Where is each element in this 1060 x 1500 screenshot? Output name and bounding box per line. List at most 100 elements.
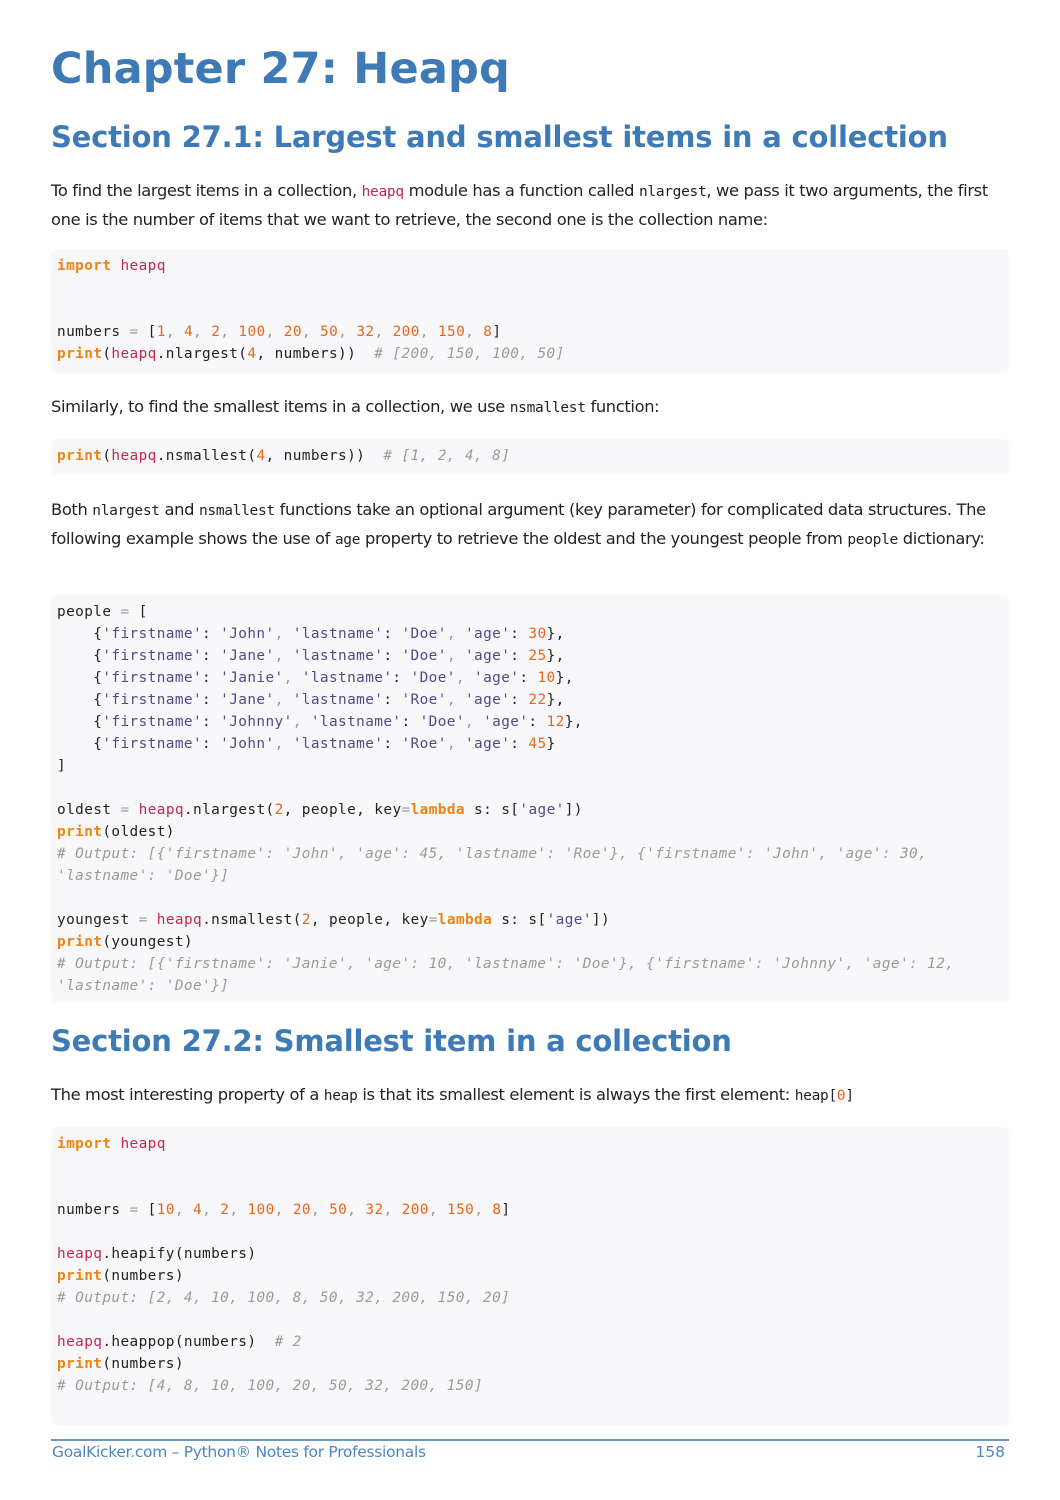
number: 8 <box>483 324 493 340</box>
inline-code-heap: heap <box>323 1088 358 1104</box>
string: 'age' <box>519 802 565 818</box>
module-name: heapq <box>156 912 203 928</box>
module-name: heapq <box>111 448 157 464</box>
code-text: (numbers) <box>102 1268 184 1284</box>
comment: # Output: [{'firstname': 'Janie', 'age':… <box>57 956 955 972</box>
inline-code-nsmallest: nsmallest <box>198 503 275 519</box>
code-text: , people, key <box>310 912 429 928</box>
number: 100 <box>238 324 266 340</box>
number: 200 <box>401 1202 429 1218</box>
variable: numbers <box>57 1202 121 1218</box>
similarly-paragraph: Similarly, to find the smallest items in… <box>51 393 1011 422</box>
text: and <box>159 500 199 519</box>
number: 32 <box>356 324 375 340</box>
section-27-2-title: Section 27.2: Smallest item in a collect… <box>51 1024 732 1058</box>
keyword: print <box>57 1356 103 1372</box>
text: Both <box>51 500 93 519</box>
number: 1 <box>156 324 166 340</box>
number: 2 <box>211 324 221 340</box>
comment: 'lastname': 'Doe'}] <box>57 978 230 994</box>
number: 20 <box>283 324 302 340</box>
text: is that its smallest element is always t… <box>357 1085 795 1104</box>
function-call: .heapify(numbers) <box>102 1246 257 1262</box>
heap-property-paragraph: The most interesting property of a heap … <box>51 1081 1011 1110</box>
keyword: print <box>57 346 103 362</box>
number: 10 <box>156 1202 175 1218</box>
footer-book-title[interactable]: GoalKicker.com – Python® Notes for Profe… <box>52 1443 426 1461</box>
inline-code-people: people <box>847 532 898 548</box>
code-text: (youngest) <box>102 934 193 950</box>
number: 150 <box>437 324 466 340</box>
number: 2 <box>301 912 311 928</box>
keyword: import <box>57 1136 112 1152</box>
function-call: .heappop(numbers) <box>102 1334 257 1350</box>
code-text: , numbers)) <box>265 448 366 464</box>
number: 150 <box>447 1202 475 1218</box>
chapter-title: Chapter 27: Heapq <box>51 44 510 94</box>
code-text: ] <box>845 1088 854 1104</box>
number-list: 1, 4, 2, 100, 20, 50, 32, 200, 150, 8 <box>156 324 493 340</box>
person-entry: {'firstname': 'John', 'lastname': 'Roe',… <box>57 736 556 752</box>
number: 4 <box>256 448 266 464</box>
variable: numbers <box>57 324 121 340</box>
comment: # Output: [2, 4, 10, 100, 8, 50, 32, 200… <box>57 1290 511 1306</box>
string: 'age' <box>546 912 592 928</box>
people-list: {'firstname': 'John', 'lastname': 'Doe',… <box>57 626 583 752</box>
keyword: lambda <box>437 912 493 928</box>
variable: youngest <box>57 912 130 928</box>
text: module has a function called <box>403 181 639 200</box>
module-name: heapq <box>120 1136 166 1152</box>
text: Similarly, to find the smallest items in… <box>51 397 510 416</box>
keyword: print <box>57 934 103 950</box>
code-text: , numbers)) <box>256 346 357 362</box>
number: 2 <box>274 802 284 818</box>
function-call: .nsmallest( <box>156 448 257 464</box>
code-block-nlargest: import heapq numbers = [1, 4, 2, 100, 20… <box>51 249 1009 373</box>
function-call: .nsmallest( <box>202 912 302 928</box>
keyword: print <box>57 1268 103 1284</box>
code-text: (oldest) <box>102 824 175 840</box>
footer-page-number: 158 <box>975 1443 1005 1461</box>
comment: # 2 <box>274 1334 302 1350</box>
code-text: heap[ <box>794 1088 837 1104</box>
person-entry: {'firstname': 'Jane', 'lastname': 'Roe',… <box>57 692 565 708</box>
keyword: lambda <box>410 802 465 818</box>
number: 4 <box>193 1202 203 1218</box>
keyword: print <box>57 448 103 464</box>
inline-code-age: age <box>334 532 361 548</box>
number: 2 <box>220 1202 230 1218</box>
number: 50 <box>320 324 339 340</box>
comment: # Output: [4, 8, 10, 100, 20, 50, 32, 20… <box>57 1378 484 1394</box>
function-call: .nlargest( <box>156 346 248 362</box>
code-block-people: people = [ {'firstname': 'John', 'lastna… <box>51 595 1009 1003</box>
inline-code-nlargest: nlargest <box>92 503 160 519</box>
text: property to retrieve the oldest and the … <box>360 529 848 548</box>
footer-divider <box>51 1439 1009 1441</box>
code-text: ]) <box>564 802 583 818</box>
code-text: s: s[ <box>464 802 520 818</box>
comment: # [1, 2, 4, 8] <box>383 448 511 464</box>
inline-code-nlargest: nlargest <box>638 184 707 200</box>
number: 200 <box>392 324 420 340</box>
variable: oldest <box>57 802 112 818</box>
variable: people <box>57 604 112 620</box>
module-name: heapq <box>138 802 184 818</box>
code-block-nsmallest: print(heapq.nsmallest(4, numbers)) # [1,… <box>51 439 1009 475</box>
person-entry: {'firstname': 'John', 'lastname': 'Doe',… <box>57 626 565 642</box>
number: 20 <box>292 1202 311 1218</box>
module-name: heapq <box>120 258 166 274</box>
section-27-1-title: Section 27.1: Largest and smallest items… <box>51 120 948 154</box>
comment: # [200, 150, 100, 50] <box>374 346 565 362</box>
function-call: .nlargest( <box>183 802 275 818</box>
inline-code-heap-index: heap[0] <box>795 1088 854 1104</box>
code-text: , people, key <box>283 802 402 818</box>
inline-code-nsmallest: nsmallest <box>509 400 586 416</box>
key-parameter-paragraph: Both nlargest and nsmallest functions ta… <box>51 496 1011 554</box>
code-text: s: s[ <box>492 912 547 928</box>
number-list: 10, 4, 2, 100, 20, 50, 32, 200, 150, 8 <box>156 1202 502 1218</box>
person-entry: {'firstname': 'Janie', 'lastname': 'Doe'… <box>57 670 574 686</box>
keyword: import <box>57 258 112 274</box>
code-text: ]) <box>591 912 611 928</box>
comment: 'lastname': 'Doe'}] <box>57 868 230 884</box>
number: 4 <box>183 324 194 340</box>
